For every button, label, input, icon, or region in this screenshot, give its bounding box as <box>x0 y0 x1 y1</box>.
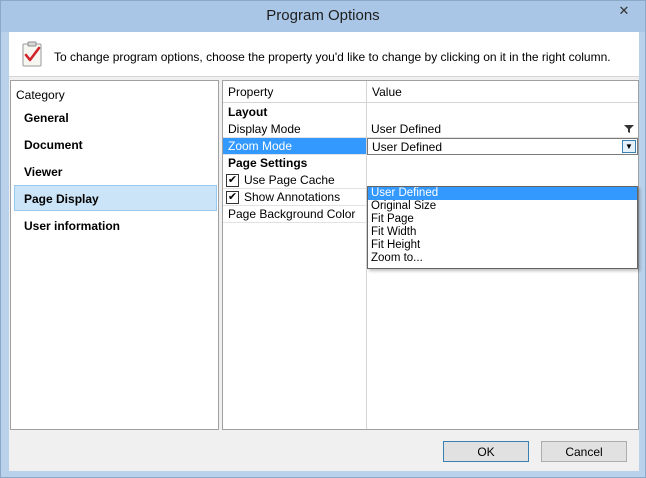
filter-icon[interactable] <box>624 124 634 134</box>
dropdown-option-fit-page[interactable]: Fit Page <box>368 213 637 226</box>
property-name-use-page-cache[interactable]: ✔ Use Page Cache <box>223 172 366 189</box>
header-instruction-text: To change program options, choose the pr… <box>54 50 611 64</box>
show-annotations-label: Show Annotations <box>244 190 341 204</box>
close-icon: ✕ <box>618 3 630 18</box>
window-title: Program Options <box>266 7 380 24</box>
use-page-cache-checkbox[interactable]: ✔ <box>226 174 239 187</box>
property-name-show-annotations[interactable]: ✔ Show Annotations <box>223 189 366 206</box>
zoom-mode-dropdown-list: User Defined Original Size Fit Page Fit … <box>367 186 638 269</box>
zoom-mode-combobox[interactable]: User Defined ▼ <box>367 138 638 155</box>
display-mode-value-text: User Defined <box>371 122 442 136</box>
dropdown-option-original-size[interactable]: Original Size <box>368 200 637 213</box>
category-item-viewer[interactable]: Viewer <box>14 158 217 184</box>
group-label-layout: Layout <box>228 105 268 119</box>
checkmark-icon: ✔ <box>227 174 238 186</box>
program-options-window: Program Options ✕ To change program opti… <box>0 0 646 478</box>
zoom-mode-value-text: User Defined <box>372 140 443 154</box>
close-button[interactable]: ✕ <box>609 1 639 21</box>
category-panel: Category General Document Viewer Page Di… <box>10 80 219 430</box>
dropdown-option-fit-height[interactable]: Fit Height <box>368 239 637 252</box>
dropdown-option-fit-width[interactable]: Fit Width <box>368 226 637 239</box>
category-item-page-display[interactable]: Page Display <box>14 185 217 211</box>
property-name-display-mode[interactable]: Display Mode <box>223 121 366 138</box>
dialog-client-area: To change program options, choose the pr… <box>9 32 639 471</box>
category-item-user-information[interactable]: User information <box>14 212 217 238</box>
show-annotations-checkbox[interactable]: ✔ <box>226 191 239 204</box>
title-bar: Program Options ✕ <box>1 1 645 32</box>
cancel-button[interactable]: Cancel <box>541 441 627 462</box>
clipboard-check-icon <box>22 41 42 67</box>
property-name-zoom-mode[interactable]: Zoom Mode <box>223 138 366 155</box>
property-grid: Property Value Layout Display Mode User … <box>222 80 639 430</box>
group-row-page-settings: Page Settings <box>223 155 638 172</box>
column-header-property[interactable]: Property <box>223 81 366 103</box>
group-row-layout: Layout <box>223 104 638 121</box>
chevron-down-icon[interactable]: ▼ <box>622 140 636 153</box>
use-page-cache-label: Use Page Cache <box>244 173 335 187</box>
dropdown-option-zoom-to[interactable]: Zoom to... <box>368 252 637 265</box>
checkmark-icon: ✔ <box>227 191 238 203</box>
category-item-document[interactable]: Document <box>14 131 217 157</box>
column-header-value[interactable]: Value <box>367 81 638 103</box>
property-value-display-mode[interactable]: User Defined <box>367 121 638 138</box>
info-header: To change program options, choose the pr… <box>9 32 639 77</box>
property-grid-header: Property Value <box>223 81 638 103</box>
category-title: Category <box>16 88 65 102</box>
property-name-page-background-color[interactable]: Page Background Color <box>223 206 366 223</box>
dropdown-option-user-defined[interactable]: User Defined <box>368 187 637 200</box>
ok-button[interactable]: OK <box>443 441 529 462</box>
category-item-general[interactable]: General <box>14 104 217 130</box>
group-label-page-settings: Page Settings <box>228 156 308 170</box>
property-row-zoom-mode[interactable]: Zoom Mode User Defined ▼ <box>223 138 638 155</box>
property-row-display-mode[interactable]: Display Mode User Defined <box>223 121 638 138</box>
